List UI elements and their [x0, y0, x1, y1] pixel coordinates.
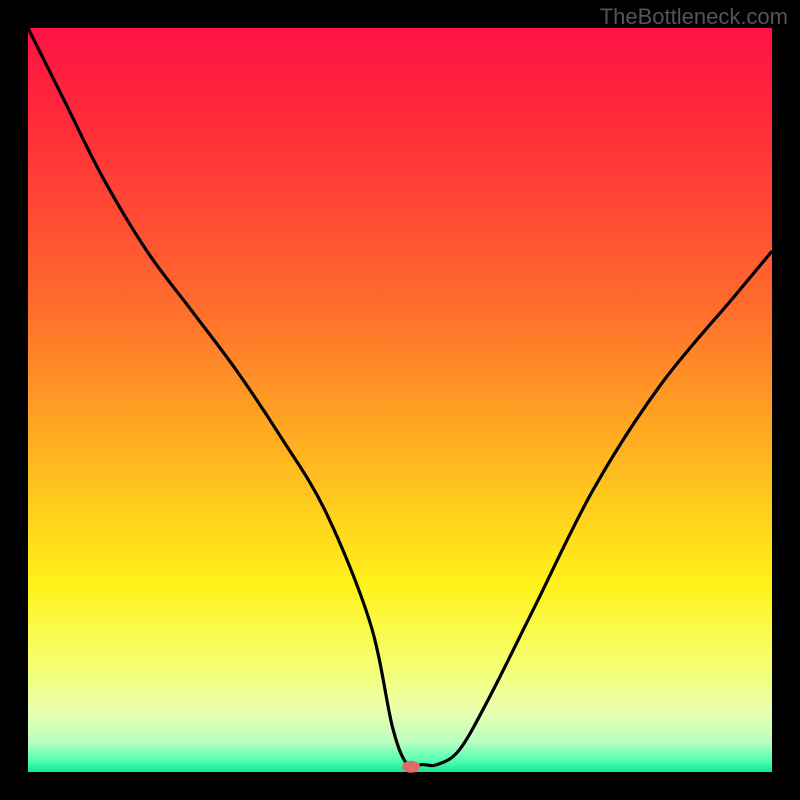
watermark-label: TheBottleneck.com	[600, 4, 788, 30]
optimal-marker	[402, 761, 420, 773]
bottleneck-chart	[0, 0, 800, 800]
chart-container: TheBottleneck.com	[0, 0, 800, 800]
plot-background	[28, 28, 772, 772]
